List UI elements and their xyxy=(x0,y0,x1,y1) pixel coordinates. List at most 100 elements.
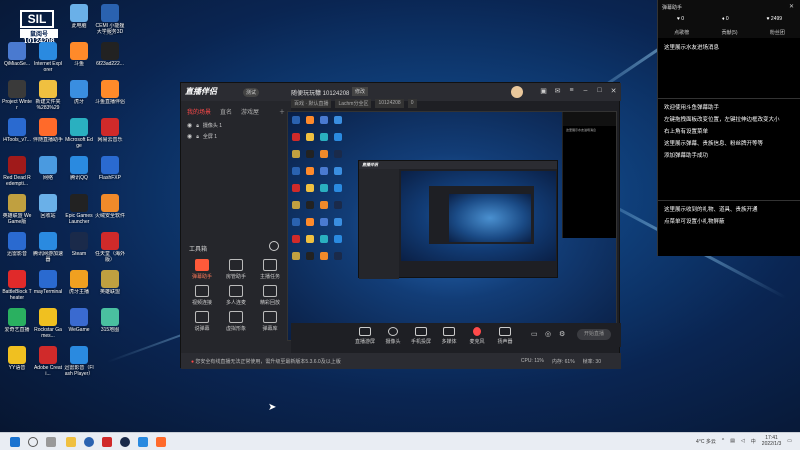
desktop-icon[interactable]: Red Dead Redempti... xyxy=(2,154,32,194)
scene-item[interactable]: ◉ 🔒︎ 摄像头 1 xyxy=(181,120,291,131)
desktop-icon[interactable]: Project Winter xyxy=(2,78,32,118)
desktop-icon[interactable]: 网络 xyxy=(33,154,63,194)
desktop-icon[interactable]: 迅雷影音（Flash Player） xyxy=(64,344,94,384)
desktop-icon[interactable]: 新建文件夹 %283%29 xyxy=(33,78,63,118)
clock[interactable]: 17:41 2022/1/3 xyxy=(762,435,781,447)
record-icon[interactable]: ▭ xyxy=(531,330,538,338)
tab-fan-club[interactable]: 粉丝团 xyxy=(770,29,785,36)
streaming-app-window[interactable]: 直播伴侣 测试 ▣ ✉ ≡ – □ ✕ 我的场景 直名 游戏屋 ＋ ◉ 🔒︎ 摄… xyxy=(180,82,621,369)
file-explorer-icon[interactable] xyxy=(66,437,76,447)
task-view-icon[interactable] xyxy=(46,437,56,447)
add-scene-icon[interactable]: ＋ xyxy=(279,107,285,116)
tab-game-room[interactable]: 游戏屋 xyxy=(241,107,259,116)
screen-capture-button[interactable]: 直播游屏 xyxy=(351,327,379,345)
room-zone[interactable]: Lachm分全区 xyxy=(335,99,372,108)
desktop-icon[interactable]: 伴随直播助手 xyxy=(33,116,63,156)
notification-icon[interactable]: ▭ xyxy=(787,438,792,444)
phone-cast-button[interactable]: 手机投屏 xyxy=(407,327,435,345)
browser-icon[interactable] xyxy=(84,437,94,447)
desktop-icon[interactable]: 回收站 xyxy=(33,192,63,232)
update-warning[interactable]: ● 您安全有线直播无法正常使用，需升级至最新版本5.3.6.0及以上版 xyxy=(191,358,341,365)
desktop-icon[interactable]: 斗鱼 xyxy=(64,40,94,80)
steam-icon[interactable] xyxy=(120,437,130,447)
desktop-icon[interactable]: Microsoft Edge xyxy=(64,116,94,156)
desktop-icon[interactable]: 腾讯网游加速器 xyxy=(33,230,63,270)
desktop-icon[interactable]: 6f23ad222... xyxy=(95,40,125,80)
desktop-icon[interactable]: Rockstar Games... xyxy=(33,306,63,346)
app-badge[interactable]: 测试 xyxy=(243,88,260,97)
desktop-icon[interactable]: mayTerminal xyxy=(33,268,63,308)
toolbox-settings-icon[interactable] xyxy=(269,241,279,251)
menu-icon[interactable]: ≡ xyxy=(568,87,575,95)
gear-icon[interactable]: ⚙ xyxy=(559,330,565,338)
streaming-app-icon[interactable] xyxy=(156,437,166,447)
search-icon[interactable] xyxy=(28,437,38,447)
maximize-icon[interactable]: □ xyxy=(596,87,603,95)
eye-icon[interactable]: ◉ xyxy=(187,133,192,140)
tool-button[interactable]: 房管助手 xyxy=(221,259,251,280)
tool-button[interactable]: 说弹幕 xyxy=(187,311,217,332)
minimize-icon[interactable]: – xyxy=(582,87,589,95)
desktop-icon[interactable]: 任天堂（海外版） xyxy=(95,230,125,270)
desktop-icon[interactable]: Adobe Creati... xyxy=(33,344,63,384)
desktop-icon[interactable]: 腾讯QQ xyxy=(64,154,94,194)
close-icon[interactable]: ✕ xyxy=(789,3,794,10)
desktop-icon[interactable]: BattleBlock Theater xyxy=(2,268,32,308)
tool-button[interactable]: 主播任务 xyxy=(255,259,285,280)
media-button[interactable]: 多媒体 xyxy=(435,327,463,345)
desktop-icon[interactable]: FlashFXP xyxy=(95,154,125,194)
camera-button[interactable]: 摄像头 xyxy=(379,327,407,345)
desktop-icon[interactable]: 虎牙主播 xyxy=(64,268,94,308)
desktop-icon[interactable]: Steam xyxy=(64,230,94,270)
app-icon[interactable] xyxy=(138,437,148,447)
tool-button[interactable]: 弹幕库 xyxy=(255,311,285,332)
start-live-button[interactable]: 开始直播 xyxy=(577,329,611,340)
desktop-icon[interactable]: 此电脑 xyxy=(64,2,94,42)
weather-widget[interactable]: 4°C 多云 xyxy=(696,438,716,445)
danmu-assistant-panel[interactable]: 弹幕助手 ✕ ♥ 0 ♦ 0 ♥ 2499 点歌榜 贡献(5) 粉丝团 这里展示… xyxy=(657,0,800,256)
lock-icon[interactable]: 🔒︎ xyxy=(196,123,199,129)
stream-preview[interactable]: 直播伴侣 这里展示水友进场消息 xyxy=(287,111,617,341)
microphone-button[interactable]: 麦克风 xyxy=(463,327,491,345)
close-icon[interactable]: ✕ xyxy=(610,87,617,95)
desktop-icon[interactable]: 英雄联盟 WeGame版 xyxy=(2,192,32,232)
desktop-icon[interactable]: 迅雷影音 xyxy=(2,230,32,270)
tab-song-rank[interactable]: 点歌榜 xyxy=(674,29,689,36)
desktop-icon[interactable]: Epic Games Launcher xyxy=(64,192,94,232)
scene-item[interactable]: ◉ 🔒︎ 全屏 1 xyxy=(181,131,291,142)
desktop-icon[interactable]: 英雄联盟 xyxy=(95,268,125,308)
start-icon[interactable] xyxy=(10,437,20,447)
room-category[interactable]: 百戏 · 默认直播 xyxy=(291,99,332,108)
eye-icon[interactable]: ◉ xyxy=(187,122,192,129)
tab-my-scenes[interactable]: 我的场景 xyxy=(187,107,211,116)
tool-button[interactable]: 弹幕助手 xyxy=(187,259,217,280)
desktop-icon[interactable]: YY语音 xyxy=(2,344,32,384)
desktop-icon[interactable]: 斗鱼直播伴侣 xyxy=(95,78,125,118)
desktop-icon[interactable]: Internet Explorer xyxy=(33,40,63,80)
desktop-icon[interactable]: 火绒安全软件 xyxy=(95,192,125,232)
tab-contribution[interactable]: 贡献(5) xyxy=(721,29,737,36)
input-language[interactable]: 中 xyxy=(751,438,756,445)
tab-named[interactable]: 直名 xyxy=(220,107,232,116)
desktop-icon[interactable]: 爱奇艺直播 xyxy=(2,306,32,346)
netease-icon[interactable] xyxy=(102,437,112,447)
network-icon[interactable]: ▤ xyxy=(730,438,735,444)
desktop-icon[interactable]: i4Tools_v7... xyxy=(2,116,32,156)
desktop-icon[interactable]: 315地图 xyxy=(95,306,125,346)
screenshot-icon[interactable]: ▣ xyxy=(540,87,547,95)
desktop-icon[interactable]: WeGame xyxy=(64,306,94,346)
tool-button[interactable]: 虚拟形象 xyxy=(221,311,251,332)
message-icon[interactable]: ✉ xyxy=(554,87,561,95)
lock-icon[interactable]: 🔒︎ xyxy=(196,134,199,140)
chevron-up-icon[interactable]: ^ xyxy=(722,438,724,444)
room-edit-button[interactable]: 修改 xyxy=(352,87,369,96)
desktop-icon[interactable]: CEMI 小能狸大学服务3D世界3 xyxy=(95,2,125,42)
avatar[interactable] xyxy=(511,86,523,98)
volume-icon[interactable]: ◁ xyxy=(741,438,745,444)
tool-button[interactable]: 视频连接 xyxy=(187,285,217,306)
desktop-icon[interactable]: 虎牙 xyxy=(64,78,94,118)
desktop-icon[interactable]: QiMiaoSe... xyxy=(2,40,32,80)
speaker-button[interactable]: 扬声器 xyxy=(491,327,519,345)
eye-icon[interactable]: ◎ xyxy=(545,330,551,338)
tool-button[interactable]: 精彩回放 xyxy=(255,285,285,306)
